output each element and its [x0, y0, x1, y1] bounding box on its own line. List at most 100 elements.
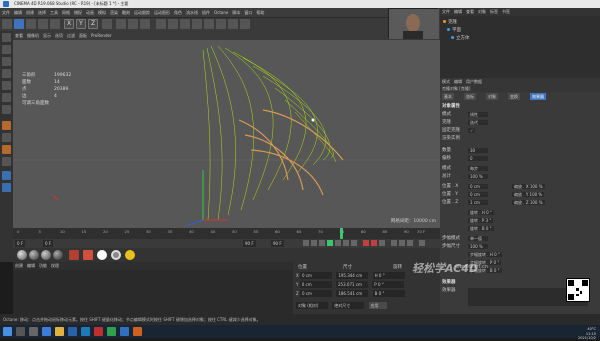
viewport-menu-item[interactable]: 摄像机 [25, 31, 41, 40]
scale-x-field[interactable]: 缩放 . X 100 % [512, 184, 545, 189]
size-mode-select[interactable]: 绝对尺寸 [332, 302, 365, 309]
octane-sphere-icon[interactable] [97, 250, 107, 260]
camera-icon[interactable] [228, 19, 238, 29]
material-ball-icon[interactable] [17, 250, 27, 260]
cube-icon[interactable] [156, 19, 166, 29]
axis-mode-icon[interactable] [2, 121, 11, 130]
timeline[interactable]: 0 5 10 15 20 25 30 35 40 45 50 55 60 65 70 75 80 85 90 70 F [13, 228, 440, 239]
wechat-taskbar-icon[interactable] [107, 327, 116, 336]
preview-end-field[interactable]: 90 F [271, 240, 284, 247]
step-rot-h-field[interactable]: 步幅旋转 . H 0 ° [468, 252, 502, 257]
menu-item[interactable]: 工具 [48, 8, 60, 18]
move-tool-icon[interactable] [26, 19, 36, 29]
menu-item[interactable]: 动画 [84, 8, 96, 18]
go-to-end-icon[interactable] [351, 240, 357, 246]
menu-item[interactable]: 捕捉 [72, 8, 84, 18]
attr-menu-item[interactable]: 编辑 [452, 78, 464, 85]
subdivision-icon[interactable] [180, 19, 190, 29]
apply-button[interactable]: 应用 [368, 302, 387, 309]
menu-item[interactable]: 运动图形 [152, 8, 172, 18]
menu-item[interactable]: 文件 [0, 8, 12, 18]
pen-icon[interactable] [168, 19, 178, 29]
pos-y-field[interactable]: 0 cm [468, 192, 488, 197]
material-menu-item[interactable]: 纹理 [49, 262, 61, 270]
cloner-icon[interactable] [192, 19, 202, 29]
attr-tab[interactable]: 坐标 [464, 93, 476, 100]
rotation-p-field[interactable]: P 0 ° [372, 281, 405, 288]
render-settings-icon[interactable] [140, 19, 150, 29]
make-editable-icon[interactable] [2, 33, 11, 42]
menu-item[interactable]: Octane [212, 8, 230, 18]
search-icon[interactable] [16, 327, 25, 336]
y-axis-lock-button[interactable]: Y [76, 19, 86, 29]
material-menu-item[interactable]: 功能 [37, 262, 49, 270]
select-tool-icon[interactable] [14, 19, 24, 29]
windows-start-icon[interactable] [3, 327, 12, 336]
menu-item[interactable]: 模拟 [96, 8, 108, 18]
app-taskbar-icon-blue[interactable] [120, 327, 129, 336]
timeline-menu-icon[interactable] [419, 240, 425, 246]
record-icon[interactable] [363, 240, 369, 246]
mode-select[interactable]: 线性 [468, 112, 488, 117]
rot-b-field[interactable]: 旋转 . B 0 ° [468, 226, 494, 231]
menu-item[interactable]: 脚本 [230, 8, 242, 18]
model-mode-icon[interactable] [2, 45, 11, 54]
current-frame-field[interactable]: 0 F [43, 240, 54, 247]
octane-render-icon[interactable] [83, 250, 93, 260]
count-field[interactable]: 30 [468, 148, 488, 153]
menu-item[interactable]: 帮助 [254, 8, 266, 18]
end-frame-field[interactable]: 90 F [243, 240, 256, 247]
edges-mode-icon[interactable] [2, 93, 11, 102]
menu-item[interactable]: 编辑 [12, 8, 24, 18]
size-x-field[interactable]: 195.344 cm [336, 272, 369, 279]
rotation-b-field[interactable]: B 0 ° [372, 290, 405, 297]
rotate-tool-icon[interactable] [50, 19, 60, 29]
attr-tab[interactable]: 效果器 [530, 93, 546, 100]
position-y-field[interactable]: 0 cm [299, 281, 332, 288]
object-row[interactable]: 立方体 [451, 35, 470, 42]
viewport-menu-item[interactable]: 过滤 [65, 31, 77, 40]
menu-item[interactable]: 创建 [24, 8, 36, 18]
prev-key-icon[interactable] [311, 240, 317, 246]
coordinate-system-icon[interactable] [102, 19, 112, 29]
menu-item[interactable]: 渲染 [108, 8, 120, 18]
z-axis-lock-button[interactable]: Z [88, 19, 98, 29]
object-row[interactable]: 克隆 [443, 19, 457, 26]
points-mode-icon[interactable] [2, 81, 11, 90]
mode2-select[interactable]: 每步 [468, 166, 488, 171]
rotation-h-field[interactable]: H 0 ° [372, 272, 405, 279]
position-key-icon[interactable] [391, 240, 397, 246]
menu-item[interactable]: 选择 [36, 8, 48, 18]
texture-mode-icon[interactable] [2, 57, 11, 66]
step-size-field[interactable]: 100 % [468, 244, 488, 249]
attr-menu-item[interactable]: 用户数据 [464, 78, 484, 85]
menu-item[interactable]: 流水线 [184, 8, 200, 18]
scale-key-icon[interactable] [399, 240, 405, 246]
rot-h-field[interactable]: 旋转 . H 0 ° [468, 210, 494, 215]
cinema4d-taskbar-icon[interactable] [81, 327, 90, 336]
polygons-mode-icon[interactable] [2, 105, 11, 114]
object-menu-item[interactable]: 查看 [464, 8, 476, 16]
material-ball-3-icon[interactable] [41, 250, 51, 260]
task-view-icon[interactable] [29, 327, 38, 336]
pos-x-field[interactable]: 0 cm [468, 184, 488, 189]
coordinate-mode-select[interactable]: 对象 (相对) [296, 302, 328, 309]
play-icon[interactable] [327, 240, 333, 246]
material-menu-item[interactable]: 创建 [13, 262, 25, 270]
next-frame-icon[interactable] [335, 240, 341, 246]
position-x-field[interactable]: 0 cm [300, 272, 333, 279]
light-icon[interactable] [240, 19, 250, 29]
scale-y-field[interactable]: 缩放 . Y 100 % [512, 192, 545, 197]
menu-item[interactable]: 运动跟踪 [132, 8, 152, 18]
prev-frame-icon[interactable] [319, 240, 325, 246]
menu-item[interactable]: 窗口 [242, 8, 254, 18]
fix-clone-checkbox[interactable]: ✓ [468, 128, 476, 133]
app-taskbar-icon-red[interactable] [94, 327, 103, 336]
edge-browser-icon[interactable] [42, 327, 51, 336]
file-explorer-icon[interactable] [55, 327, 64, 336]
object-row[interactable]: 平面 [447, 27, 461, 34]
z-axis-gizmo[interactable] [187, 219, 204, 226]
locked-workplane-icon[interactable] [2, 157, 11, 166]
viewport-menu-item[interactable]: ProRender [89, 31, 114, 40]
material-ball-2-icon[interactable] [29, 250, 39, 260]
